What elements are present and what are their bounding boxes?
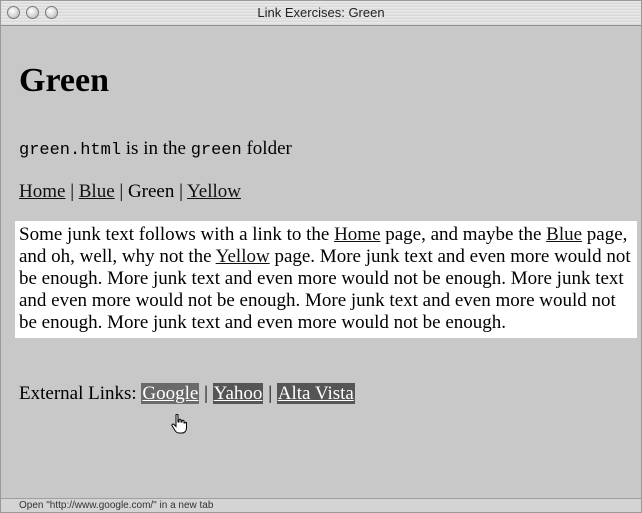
nav-link-home[interactable]: Home [19,181,65,202]
nav-separator: | [114,181,128,202]
nav-separator: | [65,181,79,202]
folder-info: green.html is in the green folder [19,138,292,160]
browser-window: Link Exercises: Green Green green.html i… [0,0,642,513]
nav-current-green: Green [127,181,175,202]
junk-text: Some junk text follows with a link to th… [19,224,335,245]
inline-link-blue[interactable]: Blue [546,224,582,245]
inline-link-yellow[interactable]: Yellow [216,246,270,267]
page-heading: Green [19,62,110,99]
external-link-google[interactable]: Google [141,383,200,404]
file-name: green.html [19,141,122,160]
folder-name: green [190,141,242,160]
nav-link-blue[interactable]: Blue [79,181,115,202]
site-nav: Home | Blue | Green | Yellow [19,181,241,203]
external-link-altavista[interactable]: Alta Vista [276,383,355,404]
inline-link-home[interactable]: Home [334,224,380,245]
nav-link-yellow[interactable]: Yellow [187,181,241,202]
hand-pointer-icon [171,414,187,434]
junk-text: page, and maybe the [380,224,547,245]
external-separator: | [199,383,213,404]
page-content: Green green.html is in the green folder … [1,26,641,500]
title-bar[interactable]: Link Exercises: Green [1,1,641,26]
external-links-label: External Links: [19,383,142,404]
folder-text-end: folder [241,138,292,159]
external-separator: | [263,383,277,404]
nav-separator: | [174,181,187,202]
folder-text-mid: is in the [121,138,191,159]
external-link-yahoo[interactable]: Yahoo [212,383,264,404]
window-title: Link Exercises: Green [257,5,385,20]
external-links: External Links: Google | Yahoo | Alta Vi… [19,383,355,405]
junk-text-paragraph: Some junk text follows with a link to th… [15,221,637,338]
status-bar: Open "http://www.google.com/" in a new t… [1,498,641,512]
